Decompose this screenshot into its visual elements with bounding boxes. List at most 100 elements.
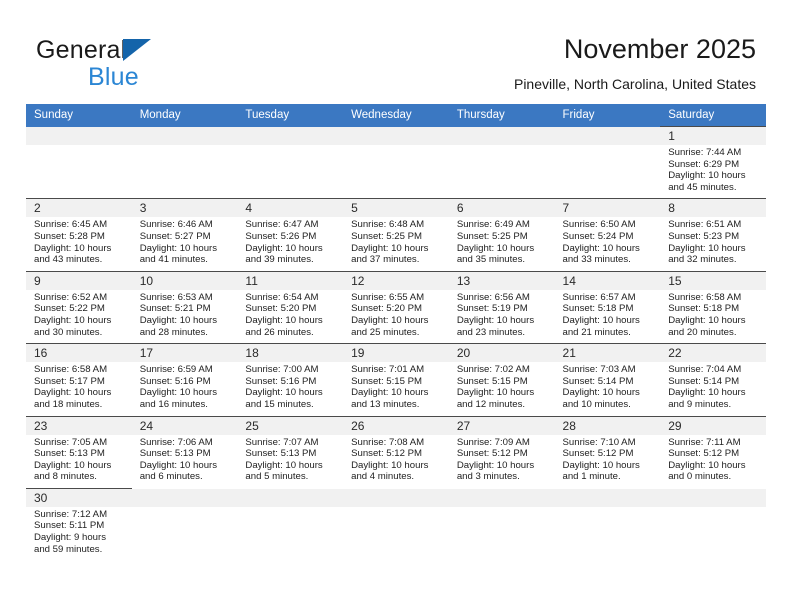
- day-number-cell[interactable]: 22: [660, 343, 766, 363]
- day-info-line: and 1 minute.: [562, 471, 621, 483]
- day-number-cell[interactable]: 23: [26, 415, 132, 435]
- day-number-cell[interactable]: 5: [343, 198, 449, 218]
- day-info-line: Daylight: 10 hours: [456, 242, 535, 254]
- weekday-header-saturday: Saturday: [660, 104, 766, 127]
- day-number-cell[interactable]: 29: [660, 415, 766, 435]
- weekday-header-wednesday: Wednesday: [343, 104, 449, 127]
- day-number-cell[interactable]: 30: [26, 487, 132, 507]
- day-info-line: Daylight: 10 hours: [139, 459, 218, 471]
- day-info-line: Daylight: 10 hours: [562, 242, 640, 254]
- day-number-cell[interactable]: 6: [448, 198, 555, 218]
- week-info-row: Sunrise: 7:44 AM Sunset: 6:29 PM Daylight:…: [26, 145, 766, 199]
- day-info-line: Sunrise: 6:56 AM: [456, 291, 530, 303]
- day-number-cell[interactable]: 20: [448, 343, 555, 363]
- day-number-cell[interactable]: 17: [131, 343, 238, 363]
- calendar-grid: Sunday Monday Tuesday Wednesday Thursday…: [26, 104, 766, 561]
- day-info-line: and 32 minutes.: [668, 254, 737, 266]
- day-info-line: and 41 minutes.: [139, 254, 208, 266]
- day-info-line: Sunrise: 6:53 AM: [139, 291, 213, 303]
- day-info-line: Sunset: 5:20 PM: [245, 303, 317, 315]
- day-number-cell[interactable]: 26: [343, 415, 449, 435]
- day-info-cell: Sunrise: 7:05 AM Sunset: 5:13 PM Daylight:…: [26, 434, 132, 489]
- day-number-cell[interactable]: 15: [660, 270, 766, 290]
- day-number-cell[interactable]: 9: [26, 270, 132, 290]
- day-info-line: Sunset: 5:28 PM: [34, 230, 105, 242]
- day-info-line: Daylight: 10 hours: [139, 314, 218, 326]
- day-info-line: Sunrise: 6:45 AM: [34, 219, 108, 231]
- day-info-line: Daylight: 10 hours: [34, 242, 112, 254]
- day-info-line: Daylight: 10 hours: [139, 242, 218, 254]
- day-number-cell[interactable]: 28: [554, 415, 661, 435]
- day-info-line: Sunrise: 6:50 AM: [562, 219, 636, 231]
- day-number-cell[interactable]: 27: [448, 415, 555, 435]
- day-info-cell: Sunrise: 7:10 AM Sunset: 5:12 PM Daylight:…: [554, 434, 661, 489]
- day-number-cell[interactable]: 18: [237, 343, 344, 363]
- day-number-cell[interactable]: 14: [554, 270, 661, 290]
- day-info-cell: Sunrise: 6:58 AM Sunset: 5:17 PM Daylight:…: [26, 362, 132, 416]
- empty-day-info-cell: [343, 145, 449, 199]
- day-info-cell: Sunrise: 7:44 AM Sunset: 6:29 PM Daylight:…: [660, 145, 766, 199]
- day-number-cell[interactable]: 19: [343, 343, 449, 363]
- empty-day-number-cell: [554, 126, 661, 145]
- day-number-cell[interactable]: 25: [237, 415, 344, 435]
- day-number-cell[interactable]: 2: [26, 198, 132, 218]
- day-info-cell: Sunrise: 6:55 AM Sunset: 5:20 PM Daylight:…: [343, 289, 449, 344]
- empty-day-info-cell: [554, 506, 661, 561]
- day-info-cell: Sunrise: 6:48 AM Sunset: 5:25 PM Daylight:…: [343, 217, 449, 272]
- day-info-line: and 3 minutes.: [456, 471, 520, 483]
- day-info-line: Sunset: 5:13 PM: [139, 448, 211, 460]
- day-number-cell[interactable]: 16: [26, 343, 132, 363]
- day-info-line: Sunset: 5:11 PM: [34, 520, 105, 532]
- day-info-line: Daylight: 10 hours: [245, 459, 323, 471]
- week-info-row: Sunrise: 6:45 AM Sunset: 5:28 PM Daylight:…: [26, 217, 766, 272]
- empty-day-info-cell: [131, 145, 238, 199]
- day-info-line: and 18 minutes.: [34, 398, 103, 410]
- day-info-line: Sunrise: 7:05 AM: [34, 436, 108, 448]
- day-info-cell: Sunrise: 7:06 AM Sunset: 5:13 PM Daylight:…: [131, 434, 238, 489]
- day-info-line: Sunset: 5:16 PM: [139, 375, 211, 387]
- day-info-line: and 10 minutes.: [562, 398, 631, 410]
- day-info-line: and 25 minutes.: [351, 326, 420, 338]
- day-info-line: Sunrise: 6:58 AM: [668, 291, 742, 303]
- day-info-line: Daylight: 10 hours: [562, 314, 640, 326]
- day-info-cell: Sunrise: 7:07 AM Sunset: 5:13 PM Daylight:…: [237, 434, 344, 489]
- day-number-cell[interactable]: 10: [131, 270, 238, 290]
- day-number-cell[interactable]: 21: [554, 343, 661, 363]
- day-number-cell[interactable]: 4: [237, 198, 344, 218]
- day-info-line: Daylight: 10 hours: [562, 459, 640, 471]
- day-info-line: Daylight: 10 hours: [668, 459, 746, 471]
- day-info-cell: Sunrise: 6:50 AM Sunset: 5:24 PM Daylight:…: [554, 217, 661, 272]
- week-info-row: Sunrise: 6:58 AM Sunset: 5:17 PM Daylight:…: [26, 362, 766, 416]
- day-info-cell: Sunrise: 6:46 AM Sunset: 5:27 PM Daylight:…: [131, 217, 238, 272]
- day-info-line: Sunset: 5:22 PM: [34, 303, 105, 315]
- day-info-cell: Sunrise: 7:12 AM Sunset: 5:11 PM Daylight:…: [26, 506, 132, 561]
- day-number-cell[interactable]: 7: [554, 198, 661, 218]
- day-info-line: Sunset: 5:12 PM: [351, 448, 423, 460]
- day-info-line: Sunrise: 6:48 AM: [351, 219, 425, 231]
- day-info-line: Daylight: 10 hours: [245, 242, 323, 254]
- day-number-cell[interactable]: 11: [237, 270, 344, 290]
- day-info-line: and 39 minutes.: [245, 254, 314, 266]
- empty-day-info-cell: [660, 506, 766, 561]
- day-info-line: Sunrise: 6:46 AM: [139, 219, 213, 231]
- day-number-cell[interactable]: 13: [448, 270, 555, 290]
- day-number-cell[interactable]: 1: [660, 126, 766, 145]
- day-info-cell: Sunrise: 6:45 AM Sunset: 5:28 PM Daylight:…: [26, 217, 132, 272]
- day-info-line: Sunrise: 7:12 AM: [34, 508, 108, 520]
- day-info-line: Sunset: 5:12 PM: [456, 448, 528, 460]
- day-info-line: Sunset: 5:17 PM: [34, 375, 105, 387]
- day-info-line: and 59 minutes.: [34, 543, 103, 555]
- day-number-cell[interactable]: 3: [131, 198, 238, 218]
- day-info-line: Daylight: 10 hours: [351, 242, 429, 254]
- day-info-cell: Sunrise: 6:58 AM Sunset: 5:18 PM Daylight:…: [660, 289, 766, 344]
- day-info-line: Daylight: 10 hours: [351, 314, 429, 326]
- logo-text-blue: Blue: [88, 63, 139, 91]
- day-info-line: and 13 minutes.: [351, 398, 420, 410]
- day-number-cell[interactable]: 8: [660, 198, 766, 218]
- empty-day-number-cell: [237, 126, 344, 145]
- day-info-line: and 12 minutes.: [456, 398, 526, 410]
- day-number-cell[interactable]: 24: [131, 415, 238, 435]
- day-number-cell[interactable]: 12: [343, 270, 449, 290]
- day-info-line: Sunrise: 7:09 AM: [456, 436, 530, 448]
- day-info-line: and 37 minutes.: [351, 254, 420, 266]
